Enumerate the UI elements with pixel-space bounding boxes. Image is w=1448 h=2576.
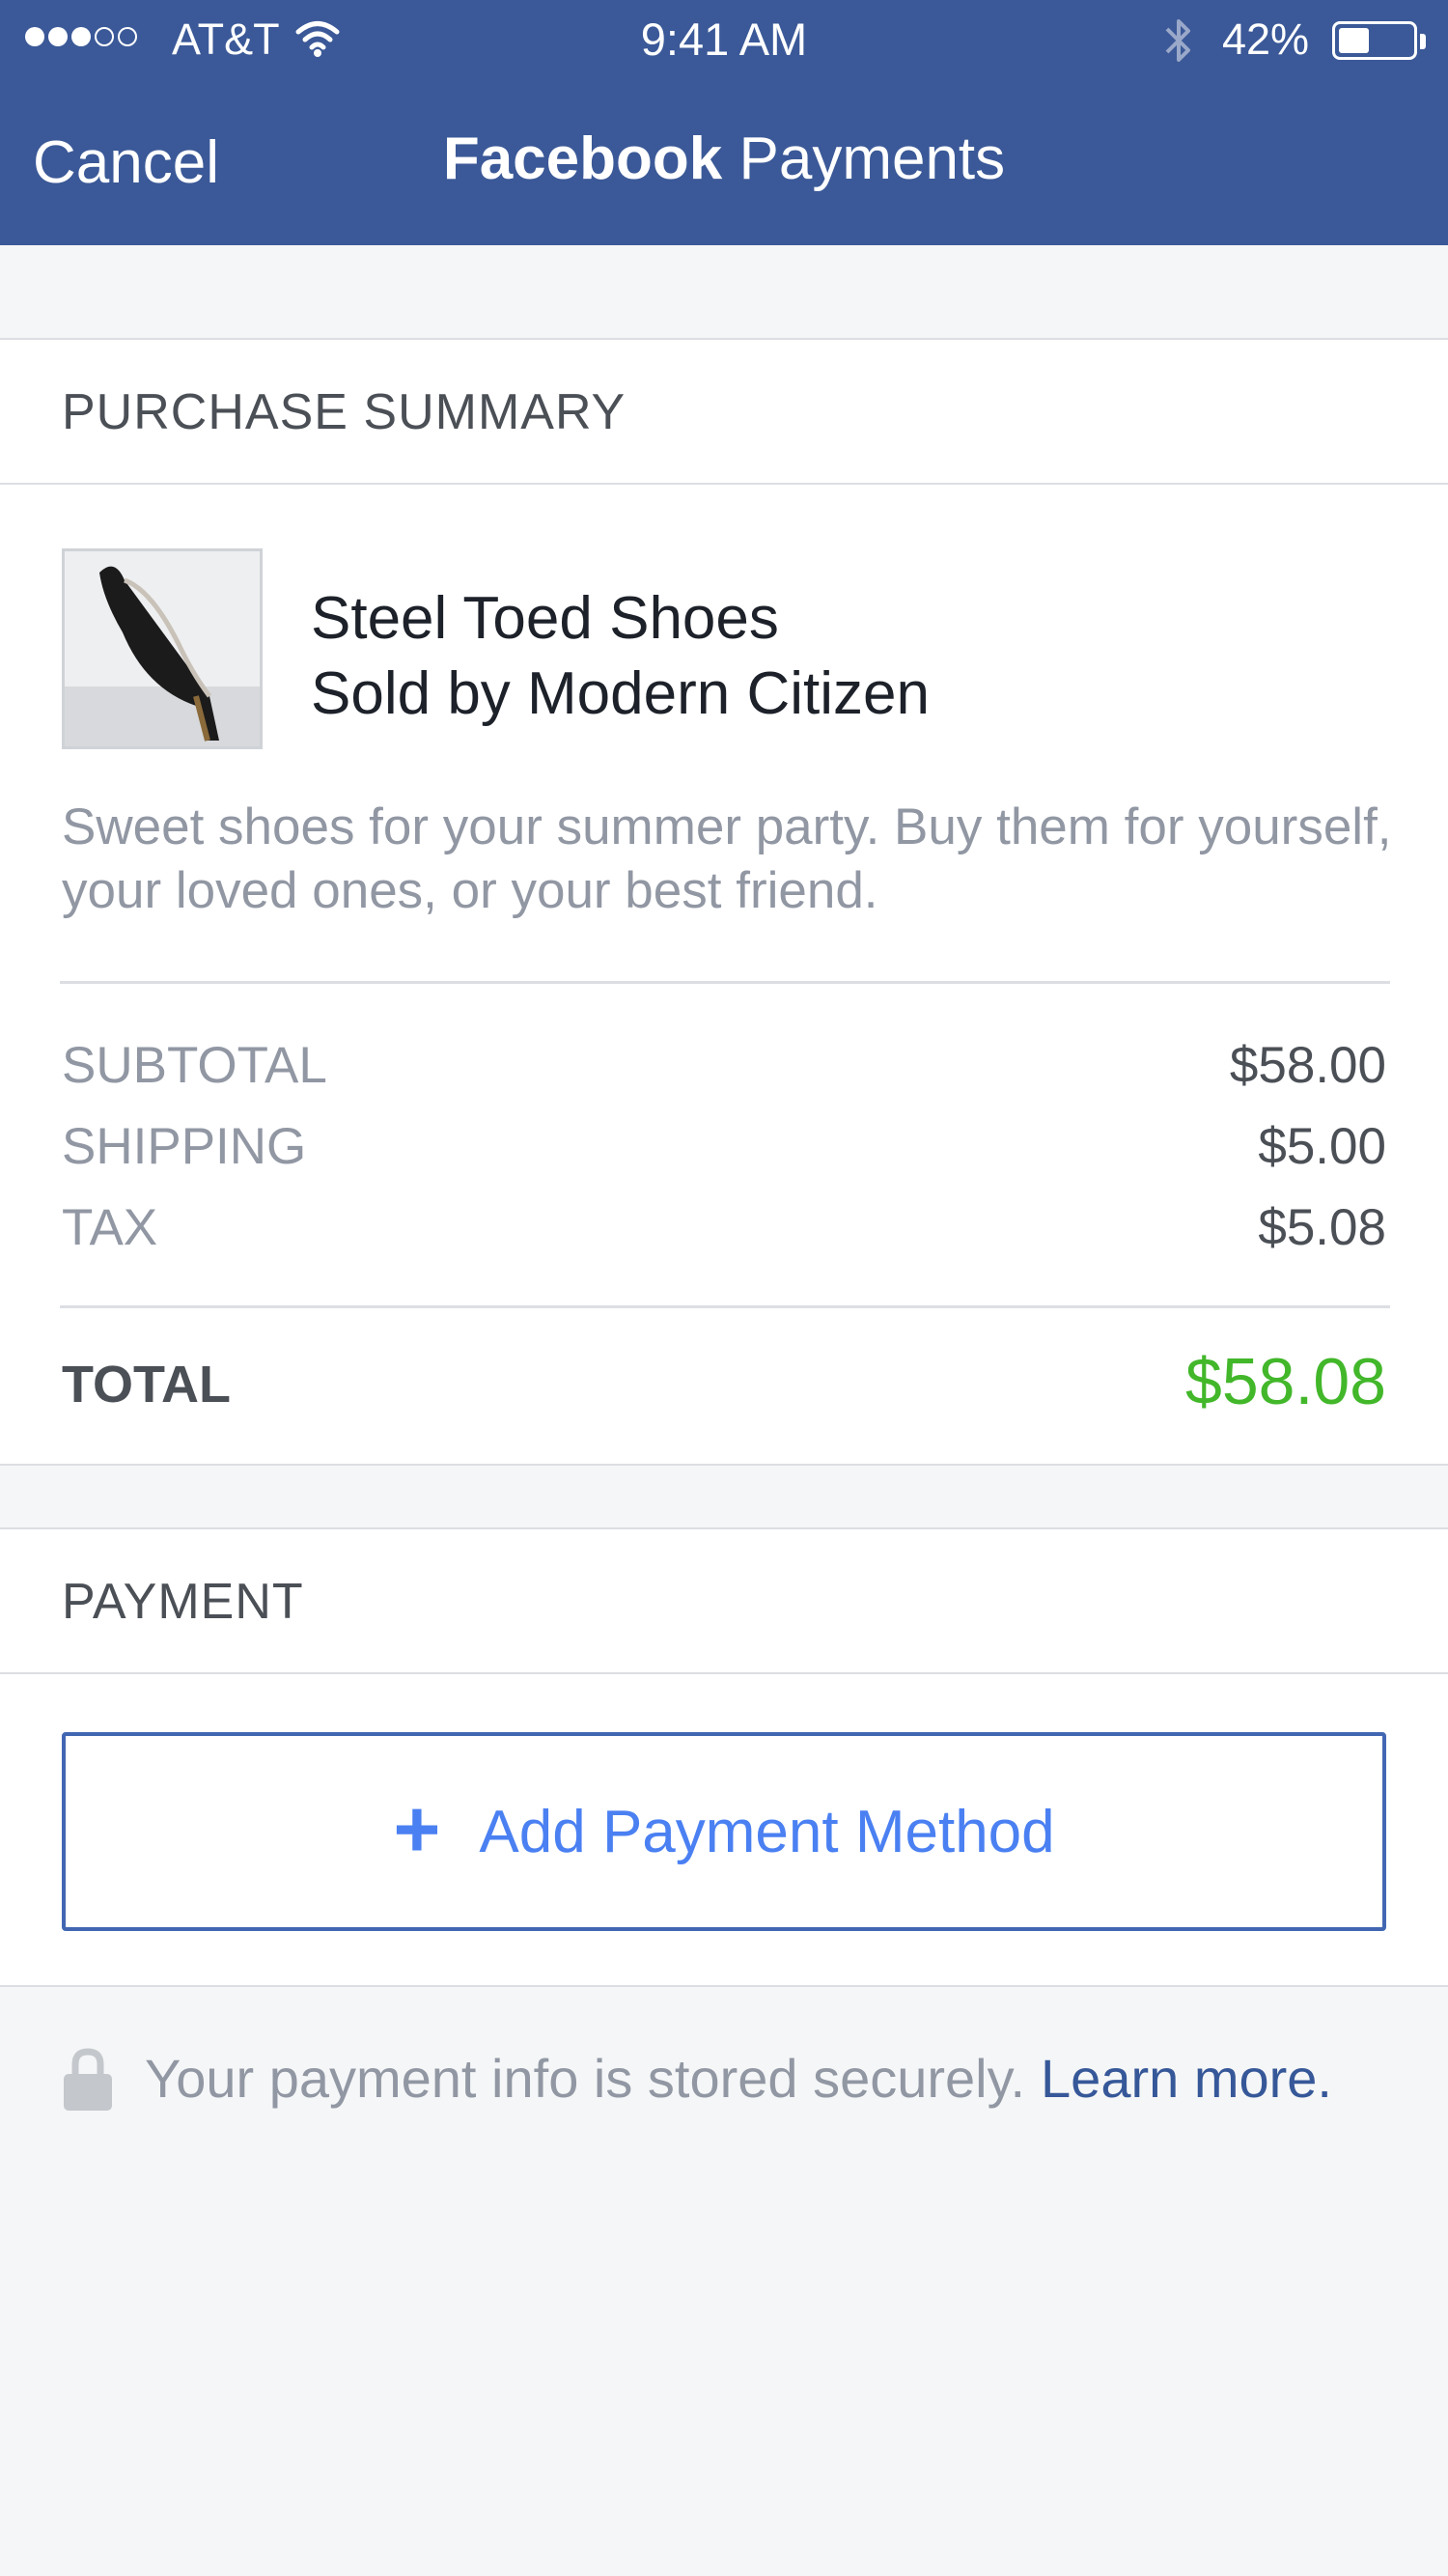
product-name: Steel Toed Shoes bbox=[311, 585, 779, 652]
lock-icon bbox=[62, 2047, 114, 2111]
payment-title: PAYMENT bbox=[62, 1574, 304, 1630]
secure-notice: Your payment info is stored securely. Le… bbox=[62, 2045, 1332, 2113]
product-info: Steel Toed Shoes Sold by Modern Citizen bbox=[311, 581, 930, 732]
page-title-brand: Facebook bbox=[442, 126, 723, 192]
subtotal-label: SUBTOTAL bbox=[62, 1037, 327, 1094]
product-image bbox=[62, 548, 263, 749]
subtotal-value: $58.00 bbox=[1229, 1037, 1386, 1094]
product-description: Sweet shoes for your summer party. Buy t… bbox=[62, 798, 1392, 919]
secure-notice-text: Your payment info is stored securely. bbox=[145, 2048, 1026, 2109]
divider bbox=[60, 1305, 1390, 1308]
purchase-summary-section: PURCHASE SUMMARY Steel Toed Shoes Sold b… bbox=[0, 338, 1448, 1466]
status-bar: AT&T 9:41 AM 42% bbox=[0, 0, 1448, 79]
battery-percent: 42% bbox=[1222, 14, 1310, 64]
divider bbox=[60, 981, 1390, 984]
shipping-value: $5.00 bbox=[1258, 1118, 1386, 1175]
tax-value: $5.08 bbox=[1258, 1199, 1386, 1256]
battery-icon bbox=[1332, 21, 1417, 60]
bluetooth-icon bbox=[1162, 14, 1195, 72]
shipping-label: SHIPPING bbox=[62, 1118, 307, 1175]
product-seller: Sold by Modern Citizen bbox=[311, 660, 930, 727]
learn-more-link[interactable]: Learn more. bbox=[1041, 2045, 1332, 2113]
total-value: $58.08 bbox=[1185, 1345, 1386, 1418]
add-payment-method-button[interactable]: + Add Payment Method bbox=[62, 1732, 1386, 1931]
battery-tip bbox=[1420, 34, 1426, 49]
add-payment-method-label: Add Payment Method bbox=[479, 1798, 1055, 1865]
purchase-summary-header: PURCHASE SUMMARY bbox=[0, 340, 1448, 485]
page-title: Facebook Payments bbox=[0, 126, 1448, 193]
purchase-summary-title: PURCHASE SUMMARY bbox=[62, 384, 627, 440]
top-bar: AT&T 9:41 AM 42% Cancel Facebook Payment… bbox=[0, 0, 1448, 245]
payment-section: PAYMENT + Add Payment Method bbox=[0, 1527, 1448, 1987]
tax-label: TAX bbox=[62, 1199, 158, 1256]
battery-level bbox=[1339, 28, 1370, 53]
plus-icon: + bbox=[393, 1783, 441, 1874]
total-label: TOTAL bbox=[62, 1356, 231, 1414]
page-title-rest: Payments bbox=[738, 126, 1006, 192]
payment-header: PAYMENT bbox=[0, 1529, 1448, 1674]
